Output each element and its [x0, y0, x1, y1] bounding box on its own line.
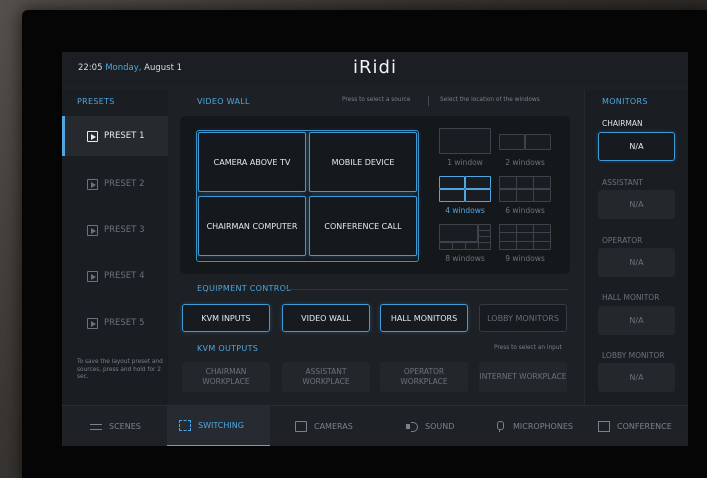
equipment-control-title: EQUIPMENT CONTROL	[197, 284, 291, 293]
monitor-assistant-button[interactable]: N/A	[598, 190, 675, 219]
preset-label: PRESET 1	[104, 131, 145, 141]
kvm-output-operator[interactable]: OPERATOR WORKPLACE	[380, 362, 468, 392]
layout-4-windows[interactable]: 4 windows	[435, 176, 495, 215]
layout-8-windows[interactable]: 8 windows	[435, 224, 495, 263]
play-icon	[87, 178, 98, 190]
source-hint: Press to select a source	[342, 97, 411, 103]
video-wall-title: VIDEO WALL	[197, 97, 250, 106]
layout-9-windows[interactable]: 9 windows	[495, 224, 555, 263]
tab-sound[interactable]: SOUND	[406, 406, 454, 446]
tab-label: CONFERENCE	[617, 422, 672, 431]
play-icon	[87, 224, 98, 236]
lobby-monitors-button[interactable]: LOBBY MONITORS	[479, 304, 567, 332]
preset-3[interactable]: PRESET 3	[62, 210, 168, 250]
monitor-label-lobby: LOBBY MONITOR	[602, 351, 665, 360]
preset-2[interactable]: PRESET 2	[62, 164, 168, 204]
tile-conference-call[interactable]: CONFERENCE CALL	[309, 196, 417, 256]
video-wall-button[interactable]: VIDEO WALL	[282, 304, 370, 332]
preset-label: PRESET 5	[104, 318, 145, 328]
logo: iRidi	[353, 57, 397, 78]
layout-label: 9 windows	[505, 254, 545, 263]
tile-chairman-computer[interactable]: CHAIRMAN COMPUTER	[198, 196, 306, 256]
tab-scenes[interactable]: SCENES	[82, 406, 149, 446]
input-hint: Press to select an input	[494, 345, 562, 351]
layout-9-windows-icon	[499, 224, 551, 250]
layout-label: 4 windows	[445, 206, 485, 215]
kvm-output-internet[interactable]: INTERNET WORKPLACE	[479, 362, 567, 392]
preset-label: PRESET 3	[104, 225, 145, 235]
header: 22:05 Monday, August 1 iRidi	[62, 52, 688, 86]
layout-1-window-icon	[439, 128, 491, 154]
layout-6-windows[interactable]: 6 windows	[495, 176, 555, 215]
microphone-icon	[494, 421, 506, 432]
divider	[284, 289, 568, 290]
preset-label: PRESET 4	[104, 271, 145, 281]
tab-label: SOUND	[425, 422, 455, 431]
play-icon	[87, 130, 98, 142]
switching-icon	[179, 420, 191, 431]
hall-monitors-button[interactable]: HALL MONITORS	[380, 304, 468, 332]
speaker-icon	[406, 421, 418, 432]
tab-label: SCENES	[109, 422, 141, 431]
tab-label: CAMERAS	[314, 422, 353, 431]
tab-switching[interactable]: SWITCHING	[167, 406, 270, 446]
presets-title: PRESETS	[77, 97, 115, 106]
kvm-output-assistant[interactable]: ASSISTANT WORKPLACE	[282, 362, 370, 392]
tab-label: SWITCHING	[198, 421, 244, 430]
kvm-outputs-title: KVM OUTPUTS	[197, 344, 259, 353]
monitor-lobby-button[interactable]: N/A	[598, 363, 675, 392]
layout-2-windows-icon	[499, 128, 551, 154]
monitor-label-operator: OPERATOR	[602, 236, 643, 245]
play-icon	[87, 270, 98, 282]
layout-8-windows-icon	[439, 224, 491, 250]
layout-label: 8 windows	[445, 254, 485, 263]
camera-icon	[295, 421, 307, 432]
monitors-title: MONITORS	[602, 97, 648, 106]
tab-microphones[interactable]: MICROPHONES	[494, 406, 573, 446]
monitor-chairman-button[interactable]: N/A	[598, 132, 675, 161]
play-icon	[87, 317, 98, 329]
preset-1[interactable]: PRESET 1	[62, 116, 168, 156]
bottom-nav: SCENES SWITCHING CAMERAS SOUND MICROPHON…	[62, 405, 688, 446]
kvm-output-chairman[interactable]: CHAIRMAN WORKPLACE	[182, 362, 270, 392]
tab-cameras[interactable]: CAMERAS	[295, 406, 353, 446]
kvm-inputs-button[interactable]: KVM INPUTS	[182, 304, 270, 332]
layout-1-window[interactable]: 1 window	[435, 128, 495, 167]
tile-mobile-device[interactable]: MOBILE DEVICE	[309, 132, 417, 192]
conference-icon	[598, 421, 610, 432]
layout-6-windows-icon	[499, 176, 551, 202]
preset-save-note: To save the layout preset and sources, p…	[77, 359, 163, 380]
monitor-label-chairman: CHAIRMAN	[602, 119, 643, 128]
layout-label: 6 windows	[505, 206, 545, 215]
monitor-hall-button[interactable]: N/A	[598, 306, 675, 335]
preset-5[interactable]: PRESET 5	[62, 303, 168, 343]
preset-4[interactable]: PRESET 4	[62, 256, 168, 296]
location-hint: Select the location of the windows	[440, 97, 540, 103]
monitor-label-hall: HALL MONITOR	[602, 293, 660, 302]
layout-4-windows-icon	[439, 176, 491, 202]
layout-label: 1 window	[447, 158, 483, 167]
preset-label: PRESET 2	[104, 179, 145, 189]
divider	[428, 96, 429, 106]
app-screen: 22:05 Monday, August 1 iRidi PRESETS PRE…	[62, 52, 688, 446]
layout-2-windows[interactable]: 2 windows	[495, 128, 555, 167]
layout-label: 2 windows	[505, 158, 545, 167]
monitor-label-assistant: ASSISTANT	[602, 178, 643, 187]
sliders-icon	[90, 421, 102, 432]
tab-conference[interactable]: CONFERENCE	[598, 406, 672, 446]
monitor-operator-button[interactable]: N/A	[598, 248, 675, 277]
tile-camera-above-tv[interactable]: CAMERA ABOVE TV	[198, 132, 306, 192]
tab-label: MICROPHONES	[513, 422, 573, 431]
